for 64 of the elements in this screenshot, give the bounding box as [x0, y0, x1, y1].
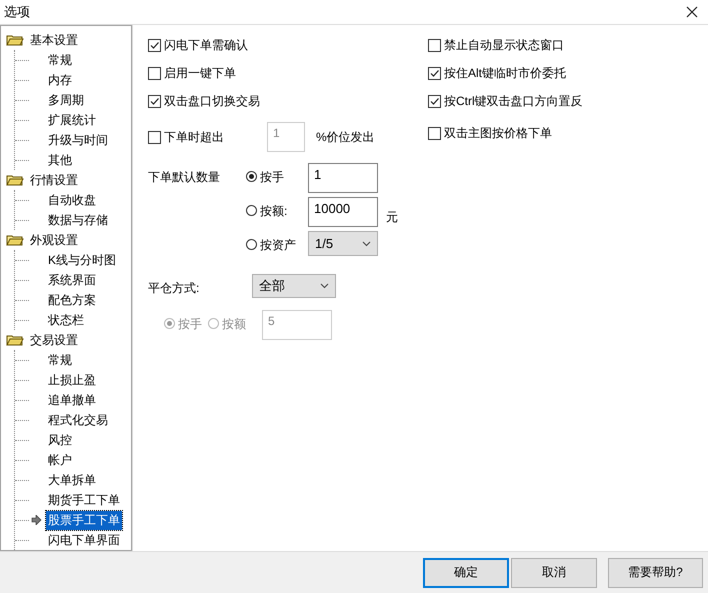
dialog-button[interactable]: 确定: [423, 558, 509, 588]
tree-item[interactable]: 数据与存储: [46, 210, 110, 230]
tree-item[interactable]: 自动收盘: [46, 190, 98, 210]
radio-button[interactable]: [246, 205, 257, 216]
checkbox-label: 双击主图按价格下单: [444, 124, 552, 142]
checkbox[interactable]: [428, 126, 441, 140]
checkbox[interactable]: [148, 94, 161, 108]
checkbox-label: 按住Alt键临时市价委托: [444, 64, 566, 82]
amount-field[interactable]: 1: [308, 163, 378, 193]
unit-label: 元: [385, 209, 398, 226]
asset-dropdown[interactable]: 1/5: [308, 231, 378, 256]
tree-item[interactable]: 状态栏: [46, 310, 86, 330]
checkbox-label: 下单时超出: [164, 128, 225, 146]
tree-group[interactable]: 外观设置: [30, 232, 78, 248]
quantity-label: 下单默认数量: [148, 169, 221, 186]
close-method-label: 平仓方式:: [148, 280, 200, 296]
tree-item[interactable]: 常规: [46, 350, 74, 370]
radio-button[interactable]: [246, 171, 257, 182]
radio-label: 按资产: [260, 237, 297, 254]
close-icon[interactable]: [686, 6, 698, 18]
arrow-icon: [31, 515, 42, 525]
checkbox-label: 双击盘口切换交易: [164, 92, 261, 110]
checkbox-label: 闪电下单需确认: [164, 36, 249, 54]
tree-item[interactable]: 常规: [46, 50, 74, 70]
checkbox-label: 禁止自动显示状态窗口: [444, 36, 564, 54]
chevron-down-icon: [320, 283, 329, 289]
tree-item[interactable]: 帐户: [46, 450, 74, 470]
radio-label: 按额:: [260, 203, 288, 220]
checkbox-label: 按Ctrl键双击盘口方向置反: [444, 92, 583, 110]
tree-item[interactable]: 股票手工下单: [46, 510, 122, 530]
tree-item[interactable]: 系统界面: [46, 270, 98, 290]
field-suffix: %价位发出: [316, 128, 375, 146]
checkbox[interactable]: [148, 38, 161, 52]
tree-item[interactable]: 扩展统计: [46, 110, 98, 130]
checkbox[interactable]: [428, 66, 441, 80]
dialog-button[interactable]: 取消: [511, 558, 597, 588]
tree-item[interactable]: 止损止盈: [46, 370, 98, 390]
tree-item[interactable]: 配色方案: [46, 290, 98, 310]
tree-item[interactable]: 大单拆单: [46, 470, 98, 490]
window-title: 选项: [4, 3, 30, 21]
amount-field[interactable]: 10000: [308, 197, 378, 227]
tree-item[interactable]: 升级与时间: [46, 130, 110, 150]
radio-label: 按手: [260, 169, 285, 186]
tree-item[interactable]: 追单撤单: [46, 390, 98, 410]
tree-item[interactable]: 内存: [46, 70, 74, 90]
radio-button[interactable]: [246, 239, 257, 250]
checkbox[interactable]: [428, 94, 441, 108]
tree-group[interactable]: 交易设置: [30, 332, 78, 348]
tree-item[interactable]: 其他: [46, 150, 74, 170]
tree-item[interactable]: 期货手工下单: [46, 490, 122, 510]
checkbox-label: 启用一键下单: [164, 64, 237, 82]
checkbox[interactable]: [428, 38, 441, 52]
tree-item[interactable]: 风控: [46, 430, 74, 450]
dialog-button[interactable]: 需要帮助?: [608, 558, 703, 588]
tree-group[interactable]: 行情设置: [30, 172, 78, 188]
tree-item[interactable]: 多周期: [46, 90, 86, 110]
radio-label: 按额: [222, 316, 247, 333]
checkbox[interactable]: [148, 66, 161, 80]
chevron-down-icon: [362, 240, 371, 246]
tree-item[interactable]: 程式化交易: [46, 410, 110, 430]
tree-group[interactable]: 基本设置: [30, 32, 78, 48]
tree-item[interactable]: 闪电下单界面: [46, 530, 122, 550]
radio-label: 按手: [178, 316, 203, 333]
tree-item[interactable]: K线与分时图: [46, 250, 118, 270]
